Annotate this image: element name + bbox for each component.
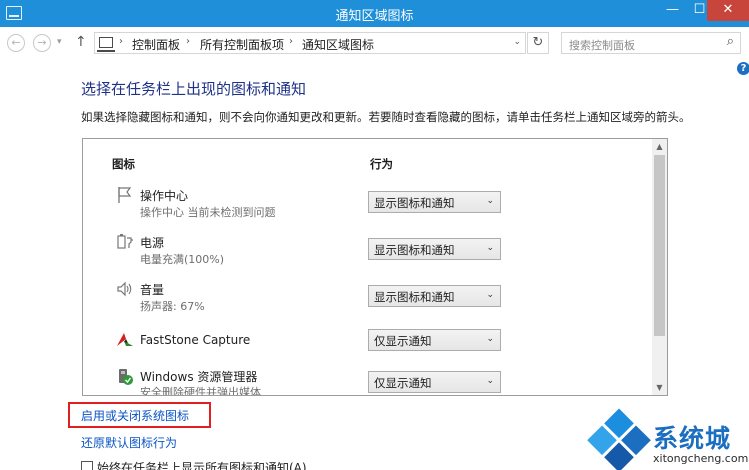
usb-eject-icon — [119, 369, 133, 385]
back-button[interactable]: ← — [7, 34, 25, 52]
behavior-select[interactable]: 显示图标和通知 ⌄ — [368, 191, 501, 213]
behavior-value: 仅显示通知 — [374, 334, 432, 348]
scroll-down-arrow-icon[interactable]: ▼ — [652, 380, 667, 395]
search-input[interactable]: 搜索控制面板 ⌕ — [561, 32, 741, 54]
checkbox-label: 始终在任务栏上显示所有图标和通知(A) — [97, 461, 307, 470]
item-subtitle: 电量充满(100%) — [140, 253, 225, 266]
behavior-value: 仅显示通知 — [374, 376, 432, 390]
behavior-select[interactable]: 显示图标和通知 ⌄ — [368, 238, 501, 260]
column-header-behavior: 行为 — [370, 157, 393, 171]
breadcrumb-all-items[interactable]: 所有控制面板项 — [200, 36, 284, 53]
item-subtitle: 扬声器: 67% — [140, 300, 205, 313]
behavior-value: 显示图标和通知 — [374, 243, 455, 257]
item-name: 操作中心 — [140, 189, 189, 203]
up-arrow-icon[interactable]: ↑ — [75, 34, 87, 50]
chevron-down-icon: ⌄ — [486, 196, 494, 206]
breadcrumb-control-panel[interactable]: 控制面板 — [132, 36, 180, 53]
close-button[interactable]: ✕ — [707, 0, 749, 21]
list-item: 音量 扬声器: 67% 显示图标和通知 ⌄ — [83, 278, 653, 322]
page-description: 如果选择隐藏图标和通知，则不会向你通知更改和更新。若要随时查看隐藏的图标，请单击… — [81, 110, 691, 124]
list-item: 电源 电量充满(100%) 显示图标和通知 ⌄ — [83, 231, 653, 275]
breadcrumb-separator[interactable]: › — [186, 36, 190, 47]
scroll-up-arrow-icon[interactable]: ▲ — [652, 139, 667, 154]
forward-button[interactable]: → — [33, 34, 51, 52]
item-name: FastStone Capture — [140, 333, 251, 347]
behavior-value: 显示图标和通知 — [374, 196, 455, 210]
item-name: Windows 资源管理器 — [140, 370, 258, 384]
list-item: Windows 资源管理器 安全删除硬件并弹出媒体 仅显示通知 ⌄ — [83, 366, 653, 396]
power-icon — [117, 234, 133, 249]
column-header-icon: 图标 — [112, 157, 135, 171]
item-subtitle: 安全删除硬件并弹出媒体 — [140, 386, 261, 396]
vertical-scrollbar[interactable]: ▲ ▼ — [652, 139, 667, 395]
list-item: 操作中心 操作中心 当前未检测到问题 显示图标和通知 ⌄ — [83, 184, 653, 228]
breadcrumb-separator[interactable]: › — [289, 36, 293, 47]
always-show-all-checkbox[interactable] — [81, 461, 93, 470]
page-title: 选择在任务栏上出现的图标和通知 — [81, 80, 307, 98]
notification-icons-list[interactable]: 图标 行为 操作中心 操作中心 当前未检测到问题 显示图标和通知 ⌄ 电源 电量… — [82, 138, 668, 396]
navigation-bar: ← → ▾ ↑ › 控制面板 › 所有控制面板项 › 通知区域图标 ⌄ ↻ 搜索… — [0, 27, 749, 60]
computer-icon — [97, 37, 115, 52]
address-bar[interactable]: › 控制面板 › 所有控制面板项 › 通知区域图标 ⌄ — [94, 32, 526, 54]
address-dropdown-icon[interactable]: ⌄ — [513, 37, 521, 47]
watermark-brand: 系统城 — [653, 424, 732, 453]
faststone-icon — [117, 333, 133, 346]
watermark: 系统城 xitongcheng.com — [587, 408, 749, 470]
search-icon[interactable]: ⌕ — [727, 34, 734, 49]
item-subtitle: 操作中心 当前未检测到问题 — [140, 206, 276, 219]
item-name: 电源 — [140, 236, 165, 250]
highlight-box — [68, 402, 211, 428]
title-bar: 通知区域图标 — ☐ ✕ — [0, 0, 749, 27]
chevron-down-icon: ⌄ — [486, 376, 494, 386]
behavior-select[interactable]: 仅显示通知 ⌄ — [368, 371, 501, 393]
chevron-down-icon: ⌄ — [486, 243, 494, 253]
list-item: FastStone Capture 仅显示通知 ⌄ — [83, 325, 653, 369]
minimize-button[interactable]: — — [659, 0, 686, 21]
behavior-value: 显示图标和通知 — [374, 290, 455, 304]
search-placeholder: 搜索控制面板 — [569, 39, 635, 52]
chevron-down-icon: ⌄ — [486, 290, 494, 300]
flag-icon — [118, 187, 132, 203]
chevron-down-icon: ⌄ — [486, 334, 494, 344]
speaker-icon — [117, 281, 132, 297]
windows-logo-icon — [586, 408, 651, 470]
behavior-select[interactable]: 显示图标和通知 ⌄ — [368, 285, 501, 307]
help-icon[interactable]: ? — [737, 62, 749, 75]
window-title: 通知区域图标 — [335, 9, 414, 24]
behavior-select[interactable]: 仅显示通知 ⌄ — [368, 329, 501, 351]
breadcrumb-notification-icons[interactable]: 通知区域图标 — [302, 36, 374, 53]
refresh-button[interactable]: ↻ — [527, 32, 549, 54]
watermark-domain: xitongcheng.com — [653, 452, 749, 465]
breadcrumb-separator[interactable]: › — [119, 36, 123, 47]
scrollbar-thumb[interactable] — [654, 155, 665, 336]
recent-locations-dropdown-icon[interactable]: ▾ — [57, 37, 62, 47]
restore-default-behavior-link[interactable]: 还原默认图标行为 — [81, 434, 177, 451]
item-name: 音量 — [140, 283, 165, 297]
